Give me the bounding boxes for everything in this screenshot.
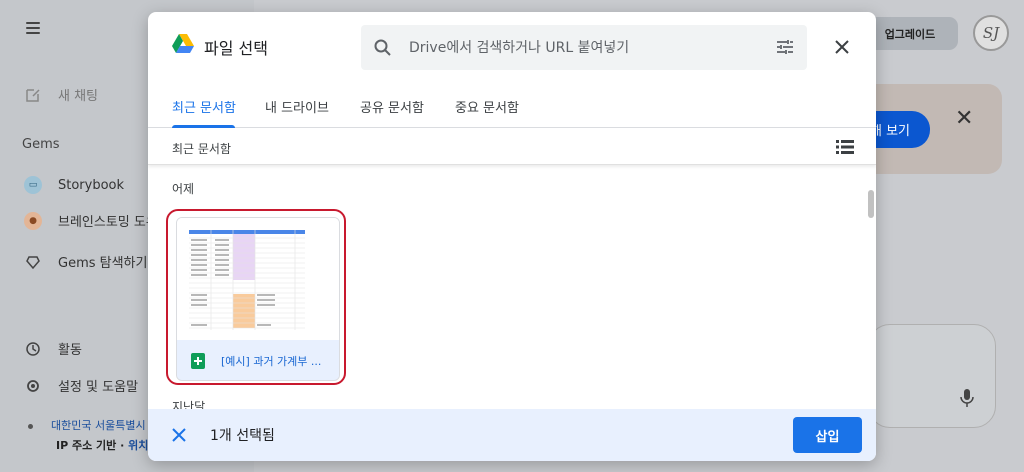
selected-count: 1개 선택됨: [210, 428, 275, 444]
location-bullet: [28, 423, 33, 429]
drive-search-bar[interactable]: [361, 25, 807, 70]
history-icon: [24, 340, 42, 358]
list-view-icon[interactable]: [836, 140, 854, 154]
menu-icon[interactable]: [26, 22, 40, 34]
book-icon: ▭: [24, 176, 42, 194]
new-chat-label: 새 채팅: [58, 89, 99, 104]
google-drive-icon: [172, 34, 194, 53]
view-subheader: 최근 문서함: [148, 128, 876, 165]
sidebar-item-label: 설정 및 도움말: [58, 380, 139, 395]
lightbulb-icon: ●: [24, 211, 42, 230]
tab-shared[interactable]: 공유 문서함: [360, 97, 424, 116]
sidebar-item-storybook[interactable]: ▭ Storybook: [24, 176, 124, 194]
sidebar-item-label: Storybook: [58, 177, 125, 193]
gems-heading: Gems: [22, 137, 60, 152]
sidebar-item-explore-gems[interactable]: Gems 탐색하기: [24, 252, 147, 271]
selection-footer: 1개 선택됨 삽입: [148, 409, 876, 461]
file-name: [예시] 과거 가계부 ...: [221, 355, 322, 368]
dialog-title: 파일 선택: [204, 39, 268, 58]
subheader-label: 최근 문서함: [172, 142, 232, 156]
insert-button[interactable]: 삽입: [793, 417, 862, 453]
tab-starred[interactable]: 중요 문서함: [455, 97, 519, 116]
sidebar-item-activity[interactable]: 활동: [24, 339, 82, 358]
sidebar-item-brainstorm[interactable]: ● 브레인스토밍 도우: [24, 211, 158, 230]
dialog-header: 파일 선택: [148, 12, 876, 84]
sidebar-item-label: Gems 탐색하기: [58, 256, 148, 271]
file-list: 어제 [예시] 과거 가계부 ... 지난달: [148, 166, 876, 409]
ip-basis-text: IP 주소 기반 · 위치: [56, 437, 148, 453]
upgrade-button[interactable]: 업그레이드: [862, 17, 958, 50]
file-meta: [예시] 과거 가계부 ...: [177, 340, 339, 380]
scrollbar[interactable]: [868, 190, 874, 218]
sidebar-item-label: 브레인스토밍 도우: [58, 215, 158, 230]
location-text: 대한민국 서울특별시: [28, 417, 146, 433]
avatar[interactable]: SJ: [973, 15, 1009, 51]
search-input[interactable]: [409, 39, 749, 56]
clear-selection-icon[interactable]: [170, 426, 188, 444]
tab-my-drive[interactable]: 내 드라이브: [265, 97, 329, 116]
mic-icon[interactable]: [960, 389, 974, 407]
prompt-input-box[interactable]: [868, 324, 996, 428]
search-icon: [373, 38, 393, 58]
new-chat-button[interactable]: 새 채팅: [24, 85, 98, 104]
file-thumbnail: [177, 218, 339, 340]
banner-close-icon[interactable]: ✕: [955, 106, 973, 131]
tab-recent[interactable]: 최근 문서함: [172, 97, 236, 116]
file-tile[interactable]: [예시] 과거 가계부 ...: [176, 217, 340, 381]
edit-icon: [24, 86, 42, 104]
update-location-link[interactable]: 위치: [128, 439, 148, 452]
gear-icon: [24, 377, 42, 395]
sidebar-item-label: 활동: [58, 343, 82, 358]
sidebar-item-settings[interactable]: 설정 및 도움말: [24, 376, 138, 395]
tab-bar: 최근 문서함 내 드라이브 공유 문서함 중요 문서함: [148, 84, 876, 128]
search-options-icon[interactable]: [775, 37, 795, 57]
close-icon[interactable]: [832, 37, 852, 57]
file-picker-dialog: 파일 선택 최근 문서함 내 드라이브 공유 문서함 중요 문서함 최근 문서함: [148, 12, 876, 461]
gem-explore-icon: [24, 253, 42, 271]
file-card-selected[interactable]: [예시] 과거 가계부 ...: [166, 209, 346, 385]
ip-basis-label: IP 주소 기반 ·: [56, 439, 129, 452]
sheets-icon: [191, 353, 205, 369]
section-label: 어제: [172, 182, 195, 196]
section-label: 지난달: [172, 400, 206, 409]
location-label: 대한민국 서울특별시: [51, 419, 146, 432]
